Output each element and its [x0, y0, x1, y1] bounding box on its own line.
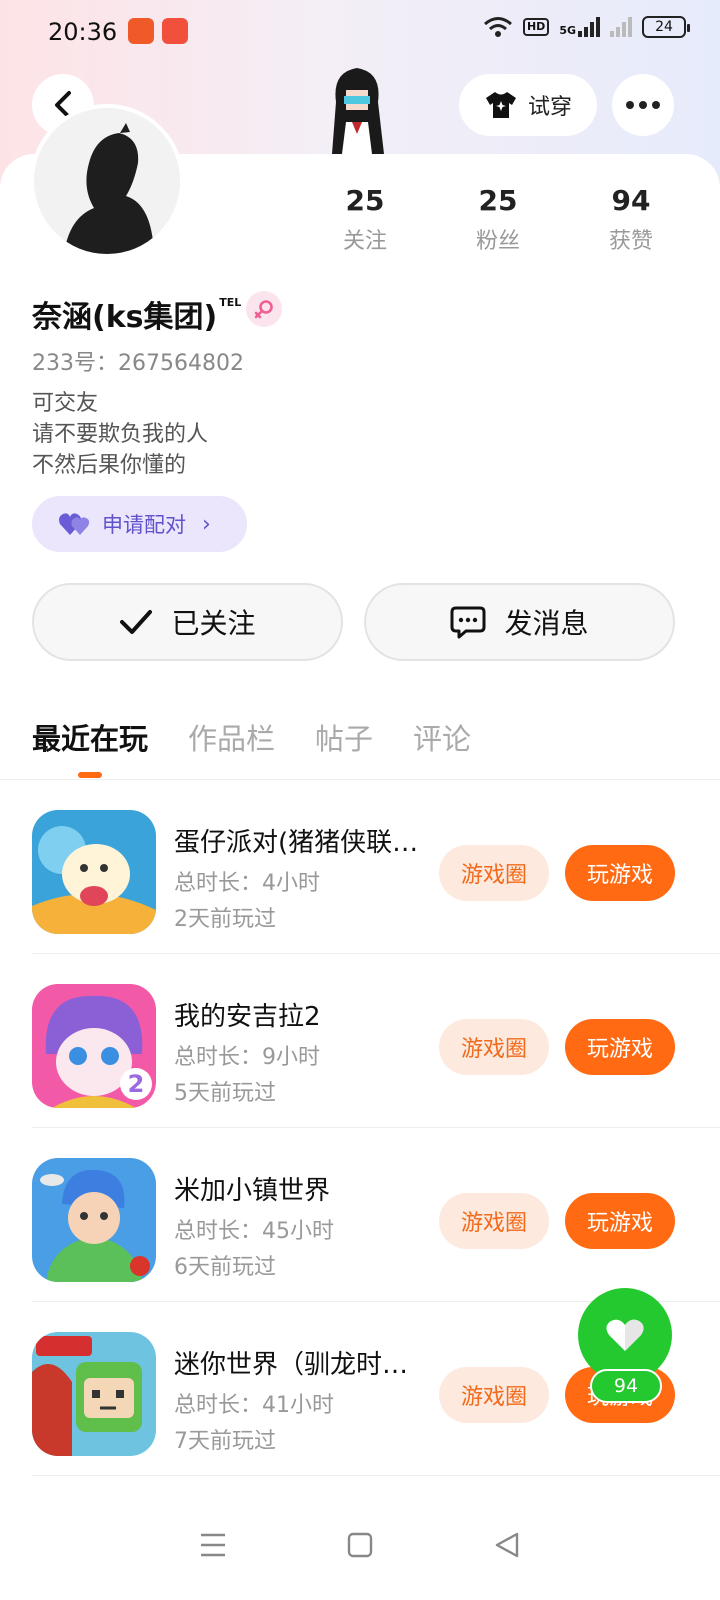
stat-following[interactable]: 25 关注 [315, 184, 415, 255]
game-name: 米加小镇世界 [174, 1176, 331, 1206]
following-label: 关注 [342, 229, 387, 254]
network-type: 5G [559, 24, 576, 37]
battery-level: 24 [655, 19, 673, 35]
heart-icon [606, 1319, 644, 1351]
signal-icon [578, 17, 600, 37]
play-game-button[interactable]: 玩游戏 [565, 845, 675, 901]
double-heart-icon [59, 513, 90, 535]
back-triangle-icon[interactable] [493, 1531, 521, 1559]
send-message-button[interactable]: 发消息 [364, 583, 675, 661]
game-circle-button[interactable]: 游戏圈 [439, 1367, 549, 1423]
send-message-label: 发消息 [504, 607, 589, 640]
game-duration: 总时长：45小时 [174, 1219, 334, 1244]
nickname-tag: TEL [219, 296, 242, 309]
try-on-button[interactable]: 试穿 [459, 74, 597, 136]
following-count: 25 [345, 184, 385, 217]
tab-works[interactable]: 作品栏 [188, 716, 275, 758]
tab-comments[interactable]: 评论 [413, 716, 471, 758]
chat-bubble-icon [450, 606, 486, 639]
bio-line: 可交友 [32, 391, 99, 416]
apply-pair-label: 申请配对 [102, 513, 186, 537]
game-circle-button[interactable]: 游戏圈 [439, 1019, 549, 1075]
menu-icon[interactable] [199, 1532, 227, 1558]
more-dot-icon [626, 101, 634, 109]
followers-count: 25 [478, 184, 518, 217]
profile-tabs: 最近在玩 作品栏 帖子 评论 [32, 716, 471, 758]
avatar[interactable] [30, 104, 184, 258]
tab-recently-played[interactable]: 最近在玩 [32, 716, 148, 758]
apply-pair-button[interactable]: 申请配对 › [32, 496, 247, 552]
followers-label: 粉丝 [475, 229, 520, 254]
try-on-label: 试穿 [527, 95, 572, 120]
active-tab-indicator [78, 772, 102, 778]
tshirt-icon [485, 92, 516, 118]
status-bar: 20:36 HD 5G 24 [0, 0, 720, 64]
eggy-party-game-icon [32, 810, 156, 934]
chevron-right-icon: › [202, 511, 211, 537]
bio-line: 不然后果你懂的 [32, 453, 187, 478]
more-dot-icon [652, 101, 660, 109]
game-name: 我的安吉拉2 [174, 1002, 321, 1032]
checkmark-icon [120, 610, 153, 634]
game-last-played: 2天前玩过 [174, 907, 276, 932]
game-name: 蛋仔派对(猪猪侠联… [174, 828, 419, 858]
game-list-item[interactable]: 2 我的安吉拉2 总时长：9小时 5天前玩过 游戏圈 玩游戏 [0, 954, 720, 1128]
nickname-text: 奈涵(ks集团) [32, 300, 218, 335]
game-list-item[interactable]: 蛋仔派对(猪猪侠联… 总时长：4小时 2天前玩过 游戏圈 玩游戏 [0, 780, 720, 954]
status-time: 20:36 [48, 18, 118, 46]
game-duration: 总时长：4小时 [174, 871, 320, 896]
home-square-icon[interactable] [346, 1531, 374, 1559]
followed-button[interactable]: 已关注 [32, 583, 343, 661]
wifi-icon [484, 17, 512, 37]
game-last-played: 6天前玩过 [174, 1255, 276, 1280]
female-icon [246, 291, 282, 327]
avatar-silhouette-image [34, 108, 180, 254]
more-dot-icon [639, 101, 647, 109]
stat-followers[interactable]: 25 粉丝 [448, 184, 548, 255]
my-talking-angela-2-icon: 2 [32, 984, 156, 1108]
likes-count: 94 [611, 184, 651, 217]
game-duration: 总时长：9小时 [174, 1045, 320, 1070]
game-last-played: 5天前玩过 [174, 1081, 276, 1106]
signal-2-icon [610, 17, 632, 37]
notification-app-icon [128, 18, 154, 44]
game-circle-button[interactable]: 游戏圈 [439, 845, 549, 901]
bio: 可交友 请不要欺负我的人 不然后果你懂的 [32, 388, 208, 481]
bio-line: 请不要欺负我的人 [32, 422, 209, 447]
user-id: 233号：267564802 [32, 351, 244, 376]
followed-label: 已关注 [171, 607, 256, 640]
nickname: 奈涵(ks集团) TEL [32, 292, 241, 336]
music-app-icon [162, 18, 188, 44]
svg-text:2: 2 [128, 1070, 145, 1098]
avatar-character-image [332, 68, 384, 154]
mini-world-game-icon [32, 1332, 156, 1456]
game-name: 迷你世界（驯龙时… [174, 1350, 409, 1380]
like-fab-button[interactable] [578, 1288, 672, 1382]
battery-icon: 24 [642, 16, 690, 38]
more-button[interactable] [612, 74, 674, 136]
game-last-played: 7天前玩过 [174, 1429, 276, 1454]
play-game-button[interactable]: 玩游戏 [565, 1019, 675, 1075]
hd-icon: HD [522, 18, 550, 36]
stat-likes[interactable]: 94 获赞 [581, 184, 681, 255]
miga-town-world-icon [32, 1158, 156, 1282]
likes-label: 获赞 [608, 229, 653, 254]
play-game-button[interactable]: 玩游戏 [565, 1193, 675, 1249]
game-list-item[interactable]: 米加小镇世界 总时长：45小时 6天前玩过 游戏圈 玩游戏 [0, 1128, 720, 1302]
tab-posts[interactable]: 帖子 [315, 716, 373, 758]
list-divider [32, 1475, 720, 1476]
game-duration: 总时长：41小时 [174, 1393, 334, 1418]
system-nav-bar [0, 1490, 720, 1600]
game-circle-button[interactable]: 游戏圈 [439, 1193, 549, 1249]
like-count-badge: 94 [590, 1369, 662, 1403]
